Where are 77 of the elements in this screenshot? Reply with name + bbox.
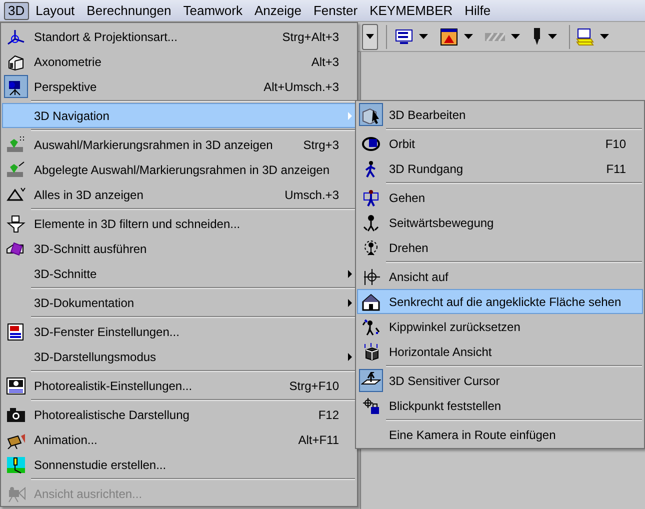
- menu-item[interactable]: Seitwärtsbewegung: [357, 210, 643, 235]
- menu-bar-item[interactable]: Fenster: [308, 2, 363, 20]
- shortcut-text: Alt+3: [311, 54, 339, 70]
- window-settings-icon: [6, 322, 26, 340]
- menu-item[interactable]: Sonnenstudie erstellen...: [2, 452, 356, 477]
- caret-icon[interactable]: [511, 34, 520, 39]
- pen-icon[interactable]: [532, 28, 542, 46]
- caret-icon[interactable]: [419, 34, 428, 39]
- section-icon: [6, 240, 26, 258]
- menu-item[interactable]: Photorealistik-Einstellungen... Strg+F10: [2, 373, 356, 398]
- menu-bar-item[interactable]: KEYMEMBER: [364, 2, 458, 20]
- axes-icon: [6, 28, 26, 46]
- menu-item[interactable]: 3D Sensitiver Cursor: [357, 368, 643, 393]
- filter-icon: [6, 214, 26, 232]
- menu-bar-item[interactable]: Layout: [30, 2, 80, 20]
- menu-item[interactable]: Alles in 3D anzeigen Umsch.+3: [2, 182, 356, 207]
- menu-item[interactable]: Elemente in 3D filtern und schneiden...: [2, 211, 356, 236]
- crosshair-icon: [361, 268, 381, 286]
- menu-item[interactable]: Gehen: [357, 185, 643, 210]
- menu-item[interactable]: Senkrecht auf die angeklickte Fläche sehen: [357, 289, 643, 314]
- menu-item[interactable]: Horizontale Ansicht: [357, 339, 643, 364]
- camera-icon: [6, 406, 26, 424]
- menu-bar-item[interactable]: 3D: [4, 2, 29, 20]
- menu-item[interactable]: 3D-Darstellungsmodus: [2, 344, 356, 369]
- menu-item[interactable]: Ansicht auf: [357, 264, 643, 289]
- caret-icon[interactable]: [600, 34, 609, 39]
- menu-item[interactable]: Eine Kamera in Route einfügen: [357, 422, 643, 447]
- menu-item[interactable]: 3D-Dokumentation: [2, 290, 356, 315]
- menu-item[interactable]: Photorealistische Darstellung F12: [2, 402, 356, 427]
- house-icon: [6, 52, 26, 70]
- menu-bar-item[interactable]: Hilfe: [460, 2, 496, 20]
- shortcut-text: Strg+F10: [289, 378, 339, 394]
- menu-bar-item[interactable]: Anzeige: [250, 2, 306, 20]
- shortcut-text: F10: [605, 136, 626, 152]
- menu-item[interactable]: Animation... Alt+F11: [2, 427, 356, 452]
- menu-item[interactable]: 3D-Fenster Einstellungen...: [2, 319, 356, 344]
- menu-item[interactable]: Kippwinkel zurücksetzen: [357, 314, 643, 339]
- menu-item[interactable]: Standort & Projektionsart... Strg+Alt+3: [2, 24, 356, 49]
- movie-camera-icon: [6, 484, 26, 502]
- shortcut-text: Umsch.+3: [284, 186, 339, 204]
- settings-icon: [6, 376, 26, 394]
- person-icon: [361, 214, 381, 232]
- shortcut-text: Alt+Umsch.+3: [264, 78, 339, 96]
- lock-crosshair-icon: [361, 396, 381, 414]
- menu-item[interactable]: Orbit F10: [357, 131, 643, 156]
- menu-item[interactable]: Auswahl/Markierungsrahmen in 3D anzeigen Strg+3: [2, 132, 356, 157]
- house-icon: [361, 292, 381, 310]
- shortcut-text: F12: [318, 406, 339, 424]
- menu-bar-item[interactable]: Berechnungen: [82, 2, 176, 20]
- pyramid-icon: [6, 186, 26, 204]
- sun-landscape-icon: [6, 456, 26, 474]
- monitor-icon[interactable]: [395, 28, 413, 44]
- orbit-icon: [361, 134, 381, 152]
- menu-item[interactable]: 3D-Schnitt ausführen: [2, 236, 356, 261]
- menu-item[interactable]: Blickpunkt feststellen: [357, 393, 643, 418]
- menu-item[interactable]: Abgelegte Auswahl/Markierungsrahmen in 3D anzeigen: [2, 157, 356, 182]
- menu-item[interactable]: 3D Bearbeiten: [357, 102, 643, 127]
- shortcut-text: Strg+Alt+3: [282, 28, 339, 46]
- window-icon[interactable]: [440, 28, 458, 46]
- selection-icon: [6, 136, 26, 154]
- shortcut-text: Strg+3: [303, 136, 339, 154]
- menu-item[interactable]: Drehen: [357, 235, 643, 260]
- shortcut-text: F11: [606, 160, 626, 178]
- menu-item[interactable]: 3D Rundgang F11: [357, 156, 643, 181]
- dropdown-arrow-button[interactable]: [362, 24, 378, 50]
- selection-icon: [6, 160, 26, 178]
- menu-item[interactable]: Perspektive Alt+Umsch.+3: [2, 74, 356, 99]
- menu-item[interactable]: 3D-Schnitte: [2, 261, 356, 286]
- caret-icon: [366, 34, 374, 39]
- walking-person-icon: [361, 188, 381, 206]
- menu-bar-item[interactable]: Teamwork: [178, 2, 248, 20]
- layers-icon[interactable]: [576, 28, 594, 46]
- shortcut-text: Alt+F11: [298, 432, 339, 448]
- menu-item[interactable]: Axonometrie Alt+3: [2, 49, 356, 74]
- caret-icon[interactable]: [548, 34, 557, 39]
- caret-icon[interactable]: [464, 34, 473, 39]
- menu-item[interactable]: 3D Navigation: [2, 103, 356, 128]
